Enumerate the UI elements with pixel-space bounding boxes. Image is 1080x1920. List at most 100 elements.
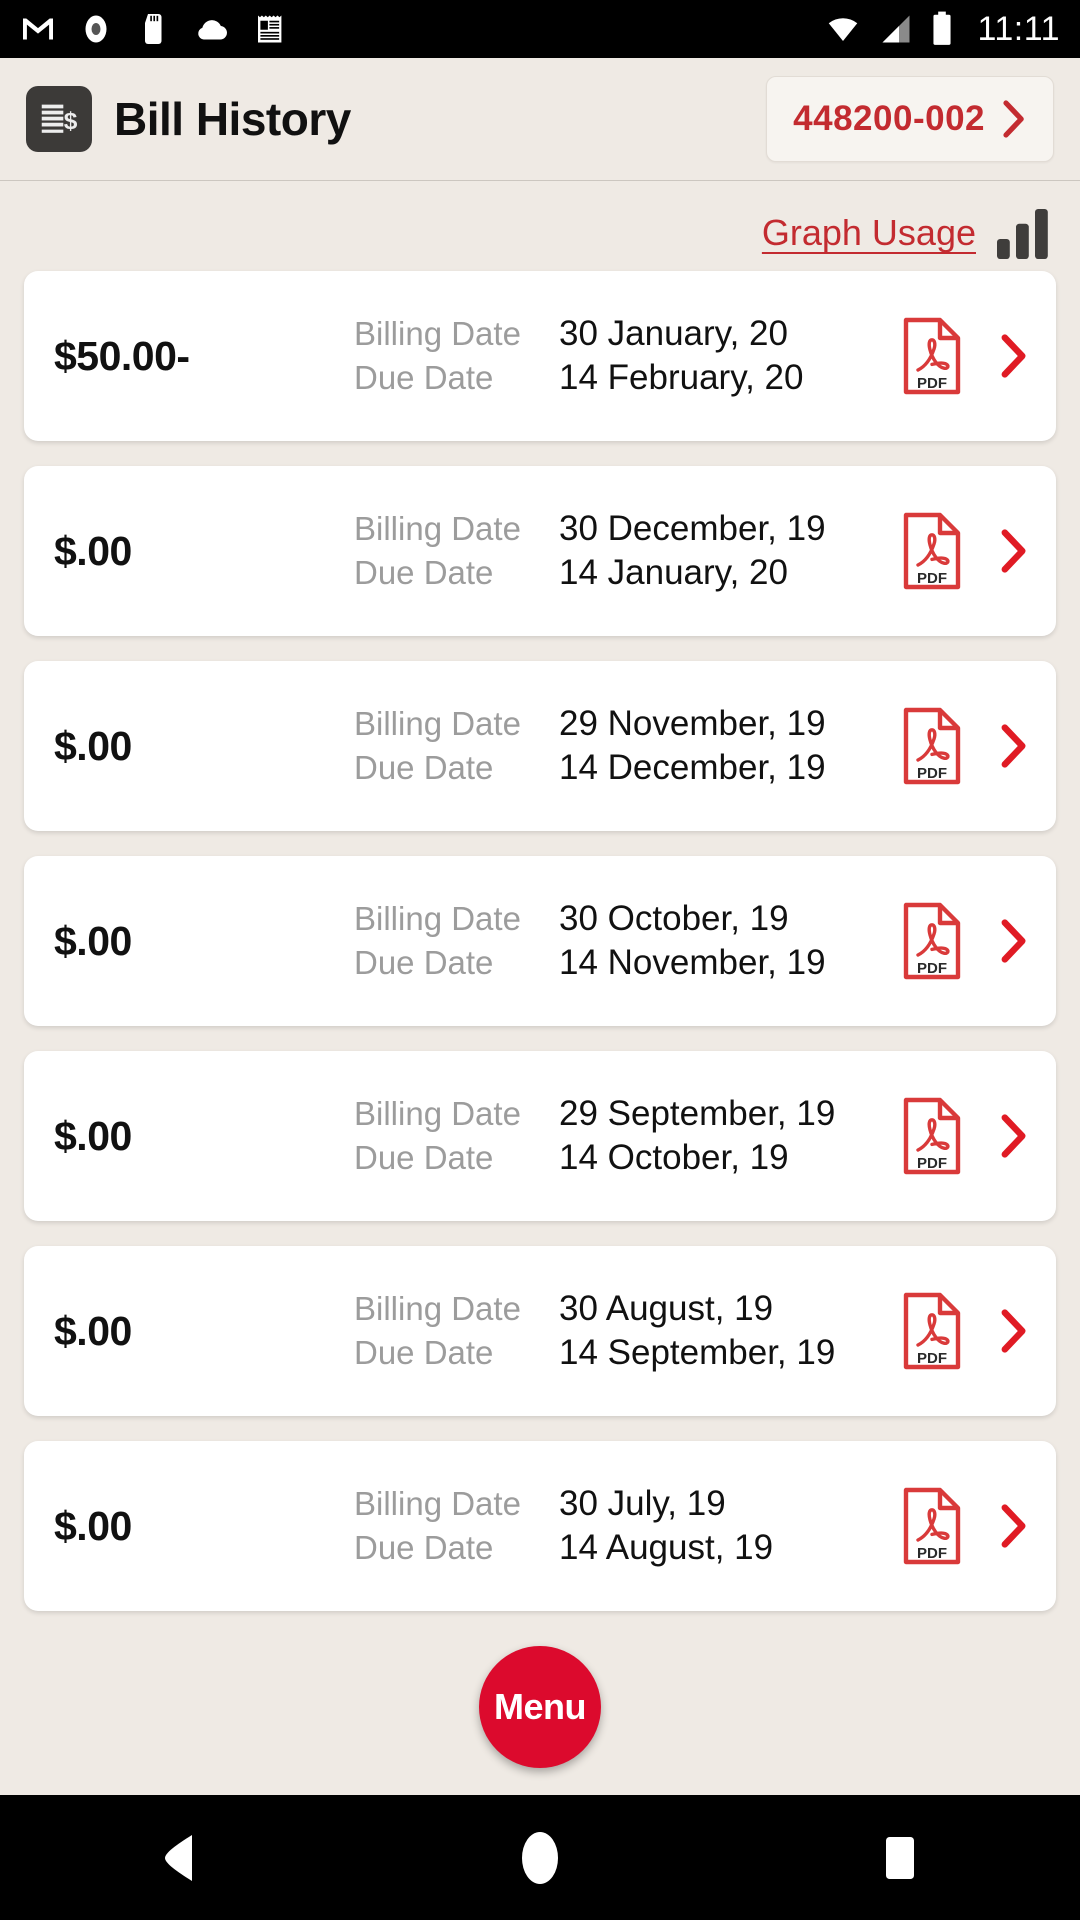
bill-row[interactable]: $.00 Billing Date 30 July, 19 Due Date 1…: [24, 1441, 1056, 1611]
bar-chart-icon[interactable]: [996, 207, 1050, 259]
sd-card-icon: [145, 14, 162, 44]
bill-row[interactable]: $.00 Billing Date 30 October, 19 Due Dat…: [24, 856, 1056, 1026]
billing-date-label: Billing Date: [354, 510, 521, 547]
nav-back-button[interactable]: [120, 1798, 240, 1918]
svg-text:PDF: PDF: [917, 1545, 947, 1562]
due-date-value: 14 October, 19: [559, 1138, 789, 1177]
wifi-icon: [829, 18, 858, 41]
bill-amount: $50.00-: [54, 332, 190, 379]
chevron-right-icon: [1003, 100, 1024, 138]
bill-list: $50.00- Billing Date 30 January, 20 Due …: [0, 271, 1080, 1611]
bill-row[interactable]: $.00 Billing Date 30 December, 19 Due Da…: [24, 466, 1056, 636]
pdf-file-icon[interactable]: PDF: [900, 706, 964, 786]
due-date-label: Due Date: [354, 749, 494, 786]
bill-dates: Billing Date 30 December, 19 Due Date 14…: [354, 509, 900, 593]
nav-recents-button[interactable]: [840, 1798, 960, 1918]
svg-text:PDF: PDF: [917, 1155, 947, 1172]
bill-document-icon: $: [26, 86, 92, 152]
pdf-file-icon[interactable]: PDF: [900, 316, 964, 396]
pdf-file-icon[interactable]: PDF: [900, 901, 964, 981]
chevron-right-icon[interactable]: [1000, 1113, 1028, 1159]
app-header: $ Bill History 448200-002: [0, 58, 1080, 183]
svg-text:$: $: [64, 108, 78, 135]
billing-date-label: Billing Date: [354, 900, 521, 937]
status-bar-notification-icons: [20, 11, 823, 47]
due-date-value: 14 February, 20: [559, 358, 804, 397]
bill-dates: Billing Date 29 November, 19 Due Date 14…: [354, 704, 900, 788]
account-selector-button[interactable]: 448200-002: [766, 76, 1054, 162]
billing-date-label: Billing Date: [354, 705, 521, 742]
billing-date-row: Billing Date 30 October, 19: [354, 899, 900, 939]
cloud-icon: [198, 20, 227, 40]
billing-date-value: 30 December, 19: [559, 509, 826, 548]
account-number-label: 448200-002: [793, 99, 985, 138]
due-date-row: Due Date 14 December, 19: [354, 748, 900, 788]
pdf-file-icon[interactable]: PDF: [900, 1291, 964, 1371]
billing-date-value: 29 September, 19: [559, 1094, 836, 1133]
chevron-right-icon[interactable]: [1000, 723, 1028, 769]
due-date-value: 14 January, 20: [559, 553, 788, 592]
svg-text:PDF: PDF: [917, 570, 947, 587]
bill-row[interactable]: $.00 Billing Date 29 November, 19 Due Da…: [24, 661, 1056, 831]
billing-date-row: Billing Date 29 September, 19: [354, 1094, 900, 1134]
bill-dates: Billing Date 30 July, 19 Due Date 14 Aug…: [354, 1484, 900, 1568]
bill-amount: $.00: [54, 917, 132, 964]
billing-date-label: Billing Date: [354, 1485, 521, 1522]
chevron-right-icon[interactable]: [1000, 918, 1028, 964]
bill-row[interactable]: $50.00- Billing Date 30 January, 20 Due …: [24, 271, 1056, 441]
bill-amount: $.00: [54, 1307, 132, 1354]
due-date-value: 14 August, 19: [559, 1528, 774, 1567]
news-icon: [258, 15, 282, 43]
chevron-right-icon[interactable]: [1000, 333, 1028, 379]
gmail-icon: [23, 18, 53, 40]
bill-amount: $.00: [54, 1502, 132, 1549]
chevron-right-icon[interactable]: [1000, 1308, 1028, 1354]
svg-text:PDF: PDF: [917, 1350, 947, 1367]
due-date-value: 14 November, 19: [559, 943, 826, 982]
bill-row[interactable]: $.00 Billing Date 30 August, 19 Due Date…: [24, 1246, 1056, 1416]
billing-date-row: Billing Date 30 July, 19: [354, 1484, 900, 1524]
due-date-label: Due Date: [354, 359, 494, 396]
billing-date-label: Billing Date: [354, 1290, 521, 1327]
due-date-label: Due Date: [354, 554, 494, 591]
bill-dates: Billing Date 29 September, 19 Due Date 1…: [354, 1094, 900, 1178]
billing-date-value: 30 August, 19: [559, 1289, 774, 1328]
due-date-label: Due Date: [354, 1529, 494, 1566]
billing-date-value: 30 July, 19: [559, 1484, 726, 1523]
due-date-value: 14 December, 19: [559, 748, 826, 787]
battery-icon: [933, 11, 952, 45]
home-circle-icon: [522, 1831, 558, 1884]
bill-history-scroll-area[interactable]: Graph Usage $50.00- Billing Date 30 Janu…: [0, 181, 1080, 1795]
billing-date-value: 30 January, 20: [559, 314, 788, 353]
status-bar: 11:11: [0, 0, 1080, 58]
due-date-value: 14 September, 19: [559, 1333, 836, 1372]
pdf-file-icon[interactable]: PDF: [900, 1096, 964, 1176]
android-navigation-bar: [0, 1795, 1080, 1920]
graph-usage-row: Graph Usage: [0, 181, 1080, 271]
bill-dates: Billing Date 30 August, 19 Due Date 14 S…: [354, 1289, 900, 1373]
due-date-label: Due Date: [354, 1334, 494, 1371]
svg-text:PDF: PDF: [917, 765, 947, 782]
pdf-file-icon[interactable]: PDF: [900, 511, 964, 591]
chevron-right-icon[interactable]: [1000, 1503, 1028, 1549]
record-icon: [85, 15, 107, 43]
svg-text:PDF: PDF: [917, 960, 947, 977]
bill-amount: $.00: [54, 1112, 132, 1159]
bill-dates: Billing Date 30 January, 20 Due Date 14 …: [354, 314, 900, 398]
billing-date-value: 30 October, 19: [559, 899, 789, 938]
svg-text:PDF: PDF: [917, 375, 947, 392]
bill-amount: $.00: [54, 722, 132, 769]
billing-date-row: Billing Date 30 August, 19: [354, 1289, 900, 1329]
bill-row[interactable]: $.00 Billing Date 29 September, 19 Due D…: [24, 1051, 1056, 1221]
due-date-row: Due Date 14 November, 19: [354, 943, 900, 983]
due-date-label: Due Date: [354, 1139, 494, 1176]
chevron-right-icon[interactable]: [1000, 528, 1028, 574]
recents-square-icon: [886, 1836, 914, 1879]
menu-fab-button[interactable]: Menu: [479, 1646, 601, 1768]
due-date-label: Due Date: [354, 944, 494, 981]
due-date-row: Due Date 14 October, 19: [354, 1138, 900, 1178]
nav-home-button[interactable]: [480, 1798, 600, 1918]
billing-date-row: Billing Date 29 November, 19: [354, 704, 900, 744]
pdf-file-icon[interactable]: PDF: [900, 1486, 964, 1566]
graph-usage-link[interactable]: Graph Usage: [762, 212, 976, 254]
